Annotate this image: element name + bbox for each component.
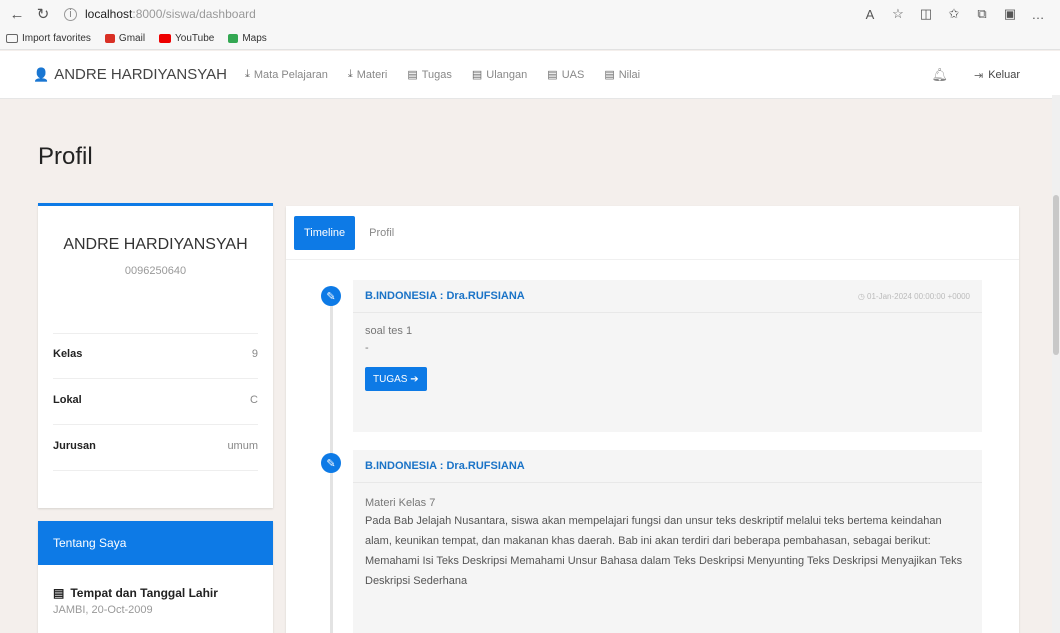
timeline-subject[interactable]: B.INDONESIA : Dra.RUFSIANA [365, 460, 525, 472]
tab-profil[interactable]: Profil [369, 227, 394, 239]
youtube-icon [159, 34, 172, 43]
profile-row-jurusan: Jurusan umum [53, 440, 258, 452]
bookmark-import[interactable]: Import favorites [6, 33, 91, 44]
user-icon: 👤 [33, 66, 50, 82]
timeline-item: B.INDONESIA : Dra.RUFSIANA ◷ 01-Jan-2024… [353, 280, 982, 432]
tabs: Timeline Profil [286, 206, 1019, 260]
timeline-header: B.INDONESIA : Dra.RUFSIANA ◷ 01-Jan-2024… [353, 280, 982, 313]
timeline-note: - [365, 342, 369, 354]
divider [53, 333, 258, 334]
bell-icon[interactable]: 🔔︎ [931, 67, 948, 83]
nav-uas[interactable]: ▤ UAS [547, 68, 584, 82]
split-screen-icon[interactable]: ◫ [912, 6, 940, 22]
bookmarks-bar: Import favorites Gmail YouTube Maps [0, 28, 1060, 50]
url-path: :8000/siswa/dashboard [132, 7, 256, 21]
timeline-header: B.INDONESIA : Dra.RUFSIANA [353, 450, 982, 483]
maps-icon [228, 34, 239, 43]
tugas-button[interactable]: TUGAS ➔ [365, 367, 427, 391]
page-scrollbar[interactable] [1052, 95, 1060, 633]
timeline-subject[interactable]: B.INDONESIA : Dra.RUFSIANA [365, 290, 525, 302]
favorites-icon[interactable]: ✩ [940, 6, 968, 22]
folder-icon [6, 34, 18, 43]
timeline-description: Pada Bab Jelajah Nusantara, siswa akan m… [365, 515, 963, 587]
tab-timeline[interactable]: Timeline [294, 215, 356, 250]
book-icon: ▤ [547, 69, 558, 81]
bookmark-gmail[interactable]: Gmail [104, 33, 145, 44]
profile-nis: 0096250640 [124, 265, 187, 277]
timeline-title: soal tes 1 [365, 325, 413, 337]
refresh-icon[interactable]: ↻ [32, 3, 54, 25]
browser-toolbar: ← ↻ i localhost :8000/siswa/dashboard A … [0, 0, 1060, 28]
nav-ulangan[interactable]: ▤ Ulangan [471, 68, 527, 82]
birth-value: JAMBI, 20-Oct-2009 [53, 604, 153, 616]
nav-tugas[interactable]: ▤ Tugas [407, 68, 452, 82]
address-bar[interactable]: i localhost :8000/siswa/dashboard [58, 3, 848, 25]
profile-row-kelas: Kelas 9 [53, 348, 258, 360]
divider [53, 378, 258, 379]
profile-card: ANDRE HARDIYANSYAH 0096250640 Kelas 9 Lo… [38, 203, 273, 508]
more-icon[interactable]: … [1024, 7, 1052, 22]
timeline-item: B.INDONESIA : Dra.RUFSIANA Materi Kelas … [353, 450, 982, 633]
back-icon[interactable]: ← [6, 3, 28, 25]
brand-user[interactable]: 👤 ANDRE HARDIYANSYAH [33, 66, 227, 83]
about-title: Tentang Saya [38, 521, 273, 565]
star-icon[interactable]: ☆ [884, 6, 912, 22]
timeline-title: Materi Kelas 7 [365, 497, 436, 509]
gmail-icon [104, 34, 115, 43]
info-icon[interactable]: i [64, 7, 77, 21]
birth-label: ▤ Tempat dan Tanggal Lahir [53, 586, 218, 600]
timeline-body: soal tes 1 - [353, 313, 982, 354]
scroll-thumb[interactable] [1053, 195, 1059, 355]
collections-icon[interactable]: ⧉ [968, 6, 996, 22]
download-icon: ⤓ [245, 68, 250, 80]
profile-row-lokal: Lokal C [53, 394, 258, 406]
book-icon: ▤ [604, 69, 615, 81]
nav-nilai[interactable]: ▤ Nilai [604, 68, 640, 82]
bookmark-youtube[interactable]: YouTube [159, 33, 214, 44]
book-icon: ▤ [53, 586, 65, 600]
app-navbar: 👤 ANDRE HARDIYANSYAH ⤓ Mata Pelajaran ⤓ Ma… [0, 51, 1060, 99]
read-aloud-icon[interactable]: A [856, 7, 884, 22]
browser-icons: A ☆ ◫ ✩ ⧉ ▣ … [856, 6, 1052, 22]
timeline-time: ◷ 01-Jan-2024 00:00:00 +0000 [857, 291, 970, 301]
nav-materi[interactable]: ⤓ Materi [348, 68, 387, 81]
page-title: Profil [38, 143, 93, 170]
bookmark-maps[interactable]: Maps [228, 33, 267, 44]
logout-button[interactable]: ⇥ Keluar [974, 69, 1020, 82]
nav-right: 🔔︎ ⇥ Keluar [931, 51, 1020, 99]
download-icon: ⤓ [347, 68, 353, 80]
timeline-body: Materi Kelas 7 [353, 483, 982, 509]
book-icon: ▤ [471, 69, 483, 81]
about-card: Tentang Saya ▤ Tempat dan Tanggal Lahir … [38, 521, 273, 633]
edit-icon: ✎ [321, 453, 341, 473]
extensions-icon[interactable]: ▣ [996, 6, 1024, 22]
logout-icon: ⇥ [973, 69, 984, 82]
divider [53, 424, 258, 425]
nav-mata-pelajaran[interactable]: ⤓ Mata Pelajaran [245, 68, 328, 81]
clock-icon: ◷ [857, 291, 868, 301]
edit-icon: ✎ [321, 286, 341, 306]
timeline-card: Timeline Profil ✎ B.INDONESIA : Dra.RUFS… [286, 206, 1019, 633]
profile-name: ANDRE HARDIYANSYAH [63, 236, 248, 253]
url-host: localhost [85, 7, 133, 21]
divider [53, 470, 258, 471]
book-icon: ▤ [407, 69, 418, 81]
